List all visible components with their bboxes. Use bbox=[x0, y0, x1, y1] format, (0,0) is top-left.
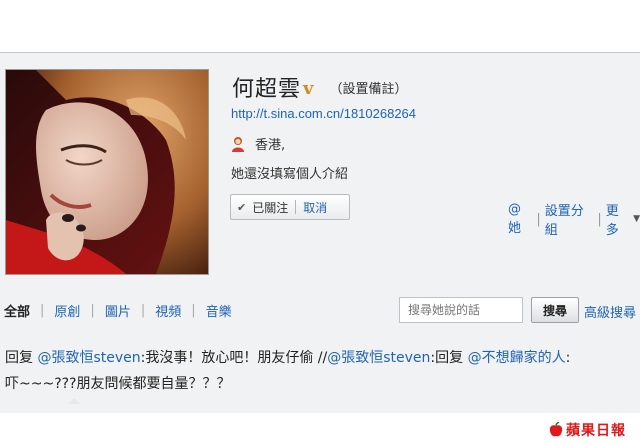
avatar[interactable] bbox=[5, 69, 209, 275]
location-text: 香港, bbox=[255, 138, 286, 153]
mention-link[interactable]: @張致恒steven bbox=[327, 350, 430, 366]
caret-up-icon bbox=[68, 398, 80, 404]
post-text: :回复 bbox=[430, 350, 468, 366]
unfollow-button[interactable]: 取消 bbox=[303, 199, 327, 216]
mention-her-link[interactable]: @她 bbox=[508, 202, 532, 236]
profile-actions: @她 | 設置分組 | 更多 ▼ bbox=[508, 200, 640, 238]
search-button[interactable]: 搜尋 bbox=[531, 297, 579, 323]
weibo-post: 回复 @張致恒steven:我沒事！放心吧！朋友仔偷 //@張致恒steven:… bbox=[5, 345, 640, 397]
set-group-link[interactable]: 設置分組 bbox=[545, 200, 594, 238]
set-remark-link[interactable]: （設置備註） bbox=[329, 78, 407, 97]
separator: | bbox=[90, 303, 95, 318]
location-row: 香港, bbox=[231, 134, 285, 153]
followed-button[interactable]: ✔ 已關注 bbox=[231, 195, 288, 219]
post-line: 回复 @張致恒steven:我沒事！放心吧！朋友仔偷 //@張致恒steven:… bbox=[5, 345, 640, 371]
tab-music[interactable]: 音樂 bbox=[206, 301, 232, 320]
profile-name: 何超雲 bbox=[232, 77, 302, 102]
chevron-down-icon[interactable]: ▼ bbox=[633, 214, 640, 224]
profile-header: 何超雲 v （設置備註） bbox=[232, 72, 408, 102]
verified-icon: v bbox=[303, 77, 314, 99]
post-text: 回复 bbox=[5, 350, 38, 366]
followed-label: 已關注 bbox=[252, 200, 289, 215]
apple-icon bbox=[549, 422, 563, 437]
mention-link[interactable]: @張致恒steven bbox=[37, 350, 140, 366]
advanced-search-link[interactable]: 高級搜尋 bbox=[584, 302, 636, 321]
post-line: 吓~~~???朋友問候都要自量？？？ bbox=[5, 376, 231, 392]
bottom-area bbox=[0, 413, 640, 446]
check-icon: ✔ bbox=[237, 200, 247, 214]
separator: | bbox=[140, 303, 146, 318]
tab-videos[interactable]: 視頻 bbox=[155, 301, 181, 320]
follow-status-box: ✔ 已關注 取消 bbox=[230, 194, 350, 220]
watermark-text: 蘋果日報 bbox=[566, 423, 626, 439]
more-link[interactable]: 更多 bbox=[606, 200, 630, 238]
tab-pictures[interactable]: 圖片 bbox=[105, 301, 131, 320]
feed-tabs: 全部 | 原創 | 圖片 | 視頻 | 音樂 bbox=[4, 301, 232, 320]
tab-all[interactable]: 全部 bbox=[4, 301, 30, 320]
divider bbox=[295, 200, 297, 214]
newspaper-logo: 蘋果日報 bbox=[548, 420, 626, 440]
post-text: : bbox=[565, 350, 571, 366]
separator: | bbox=[597, 211, 602, 227]
profile-intro: 她還沒填寫個人介紹 bbox=[231, 167, 349, 182]
tab-original[interactable]: 原創 bbox=[54, 301, 80, 320]
separator: | bbox=[536, 211, 541, 227]
female-user-icon bbox=[232, 136, 244, 152]
mention-link[interactable]: @不想歸家的人 bbox=[468, 350, 566, 366]
profile-url[interactable]: http://t.sina.com.cn/1810268264 bbox=[231, 106, 416, 121]
separator: | bbox=[40, 303, 45, 318]
separator: | bbox=[191, 303, 196, 318]
post-text: :我沒事！放心吧！朋友仔偷 // bbox=[140, 350, 328, 366]
avatar-photo bbox=[6, 70, 208, 274]
top-blank-area bbox=[0, 0, 640, 52]
search-input[interactable] bbox=[399, 297, 523, 323]
